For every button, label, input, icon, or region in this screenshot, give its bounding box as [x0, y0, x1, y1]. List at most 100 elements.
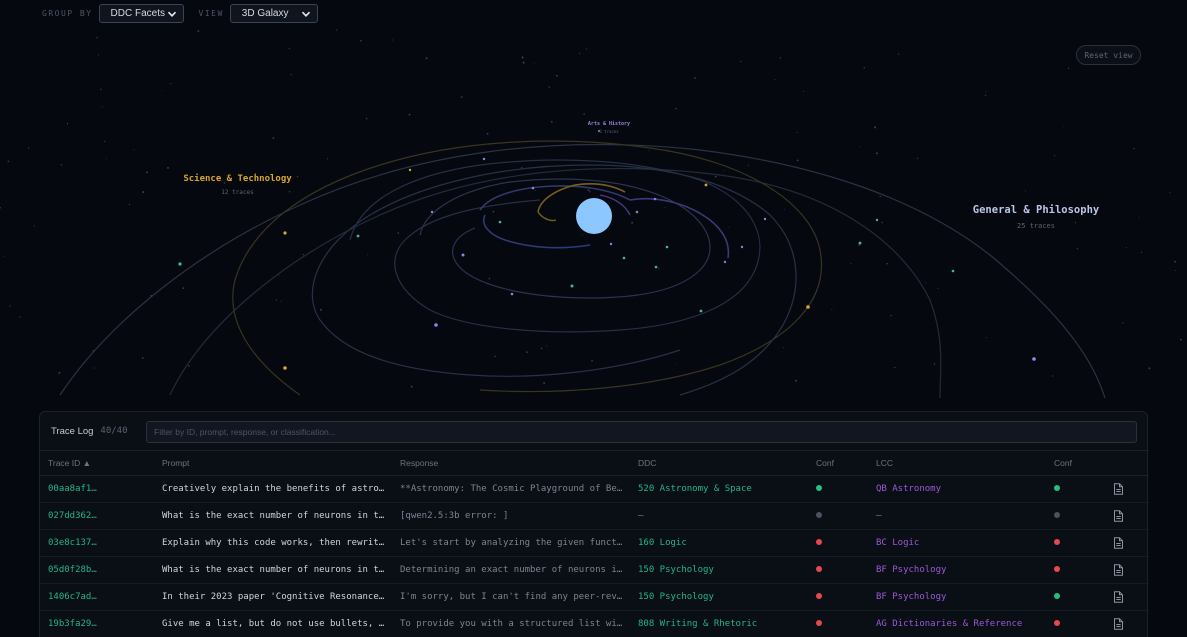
confidence-dot [816, 485, 822, 491]
star [783, 346, 785, 348]
trace-point[interactable] [635, 210, 639, 214]
col-ddc-conf[interactable]: Conf [808, 450, 868, 476]
star [658, 267, 660, 269]
response-cell: **Astronomy: The Cosmic Playground of Be… [392, 475, 630, 503]
ddc-cell: 150 Psychology [630, 556, 808, 584]
trace-id[interactable]: 03e8c137… [40, 529, 154, 557]
document-icon[interactable] [1113, 564, 1124, 576]
trace-point[interactable] [699, 309, 703, 313]
document-icon[interactable] [1113, 537, 1124, 549]
star [774, 79, 776, 81]
star [728, 226, 730, 228]
filter-input[interactable]: Filter by ID, prompt, response, or class… [146, 421, 1137, 443]
star [534, 189, 536, 191]
star [336, 29, 338, 31]
star [142, 191, 145, 194]
trace-point[interactable] [654, 265, 658, 269]
trace-point[interactable] [430, 210, 434, 214]
trace-id[interactable]: 05d0f28b… [40, 556, 154, 584]
col-lcc[interactable]: LCC [868, 450, 1046, 476]
trace-id[interactable]: 00aa8af1… [40, 475, 154, 503]
col-prompt[interactable]: Prompt [154, 450, 392, 476]
ddc-conf-cell [808, 556, 868, 584]
table-row[interactable]: 00aa8af1… Creatively explain the benefits… [40, 475, 1149, 503]
table-row[interactable]: 03e8c137… Explain why this code works, th… [40, 529, 1149, 557]
trace-id[interactable]: 027dd362… [40, 502, 154, 530]
table-row[interactable]: 19b3fa29… Give me a list, but do not use … [40, 610, 1149, 637]
reset-view-button[interactable]: Reset view [1076, 45, 1141, 65]
star [319, 308, 322, 311]
trace-point[interactable] [510, 292, 514, 296]
trace-point[interactable] [806, 305, 810, 309]
trace-point[interactable] [498, 220, 502, 224]
trace-point[interactable] [763, 217, 767, 221]
lcc-cell: BC Logic [868, 529, 1046, 557]
table-row[interactable]: 027dd362… What is the exact number of neu… [40, 502, 1149, 530]
star [142, 357, 144, 359]
trace-point[interactable] [178, 262, 182, 266]
star [581, 234, 583, 236]
trace-point[interactable] [622, 256, 626, 260]
confidence-dot [1054, 485, 1060, 491]
ddc-conf-cell [808, 529, 868, 557]
trace-point[interactable] [1032, 357, 1036, 361]
trace-point[interactable] [609, 242, 613, 246]
document-icon[interactable] [1113, 618, 1124, 630]
trace-point[interactable] [704, 183, 708, 187]
document-icon[interactable] [1113, 483, 1124, 495]
trace-table: Trace ID ▲ Prompt Response DDC Conf LCC … [40, 450, 1149, 637]
trace-point[interactable] [723, 260, 727, 264]
star [170, 83, 172, 85]
trace-point[interactable] [665, 245, 669, 249]
trace-point[interactable] [434, 323, 438, 327]
star [494, 355, 496, 358]
star [676, 363, 678, 364]
col-ddc[interactable]: DDC [630, 450, 808, 476]
star [578, 52, 581, 55]
trace-point[interactable] [356, 234, 360, 238]
trace-point[interactable] [283, 231, 287, 235]
trace-point[interactable] [951, 269, 955, 273]
galaxy-canvas[interactable] [0, 0, 1187, 400]
trace-id[interactable]: 1406c7ad… [40, 583, 154, 611]
lcc-conf-cell [1046, 502, 1105, 530]
trace-id[interactable]: 19b3fa29… [40, 610, 154, 637]
trace-point[interactable] [408, 168, 412, 172]
trace-point[interactable] [740, 245, 744, 249]
trace-point[interactable] [531, 186, 535, 190]
actions-cell [1105, 556, 1149, 584]
cluster-science-technology[interactable]: Science & Technology 12 traces [180, 174, 295, 196]
trace-point[interactable] [653, 197, 657, 201]
document-icon[interactable] [1113, 510, 1124, 522]
star [546, 345, 548, 347]
col-response[interactable]: Response [392, 450, 630, 476]
star [550, 120, 553, 123]
star [101, 106, 103, 108]
star [984, 94, 987, 96]
cluster-arts-history[interactable]: Arts & History 3 traces [585, 121, 633, 134]
confidence-dot [816, 512, 822, 518]
star [585, 48, 587, 50]
star [520, 166, 523, 169]
star [631, 221, 634, 224]
confidence-dot [816, 620, 822, 626]
col-lcc-conf[interactable]: Conf [1046, 450, 1105, 476]
confidence-dot [1054, 593, 1060, 599]
trace-point[interactable] [283, 366, 287, 370]
ddc-conf-cell [808, 502, 868, 530]
trace-points[interactable] [178, 130, 1036, 370]
actions-cell [1105, 529, 1149, 557]
galaxy-core[interactable] [576, 198, 612, 234]
trace-point[interactable] [875, 218, 879, 222]
trace-point[interactable] [570, 284, 574, 288]
trace-point[interactable] [482, 157, 486, 161]
table-row[interactable]: 1406c7ad… In their 2023 paper 'Cognitive … [40, 583, 1149, 611]
trace-point[interactable] [858, 241, 862, 245]
document-icon[interactable] [1113, 591, 1124, 603]
cluster-general-philosophy[interactable]: General & Philosophy 25 traces [966, 204, 1106, 230]
col-trace-id[interactable]: Trace ID ▲ [40, 450, 154, 476]
star [796, 159, 799, 162]
trace-point[interactable] [461, 253, 465, 257]
table-row[interactable]: 05d0f28b… What is the exact number of neu… [40, 556, 1149, 584]
star [694, 77, 696, 79]
